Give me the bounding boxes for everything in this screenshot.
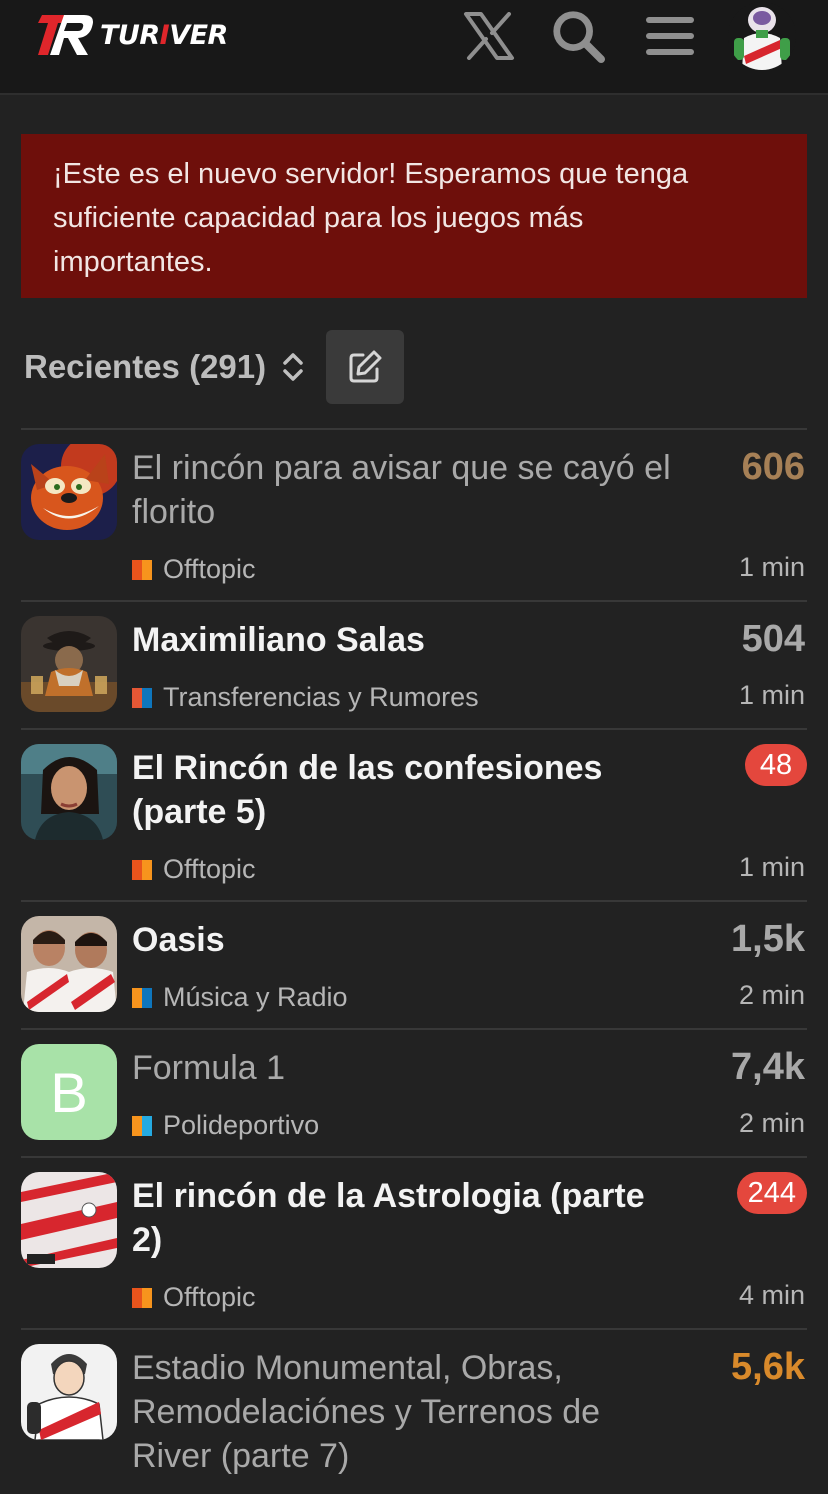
- topic-author-avatar[interactable]: [21, 444, 117, 540]
- banner-text: ¡Este es el nuevo servidor! Esperamos qu…: [53, 158, 689, 278]
- topic-row[interactable]: Oasis Música y Radio 1,5k 2 min: [21, 900, 807, 1028]
- topic-author-avatar[interactable]: [21, 616, 117, 712]
- category-color-swatch: [132, 1115, 152, 1136]
- topic-title[interactable]: Estadio Monumental, Obras, Remodelacióne…: [132, 1346, 672, 1478]
- category-label: Offtopic: [163, 854, 256, 884]
- category-color-swatch: [132, 687, 152, 708]
- topic-category[interactable]: Transferencias y Rumores: [132, 682, 479, 713]
- last-activity-time[interactable]: 1 min: [739, 680, 805, 711]
- topic-row[interactable]: B Formula 1 Polideportivo 7,4k 2 min: [21, 1028, 807, 1156]
- category-label: Transferencias y Rumores: [163, 682, 479, 712]
- reply-count[interactable]: 1,5k: [731, 918, 805, 961]
- last-activity-time[interactable]: 1 min: [739, 552, 805, 583]
- unread-badge[interactable]: 48: [745, 744, 807, 786]
- menu-button[interactable]: [642, 8, 698, 64]
- reply-count[interactable]: 5,6k: [731, 1346, 805, 1389]
- topic-category[interactable]: Offtopic: [132, 554, 256, 585]
- site-header: TURIVER: [0, 0, 828, 95]
- category-color-swatch: [132, 987, 152, 1008]
- topic-title[interactable]: Formula 1: [132, 1046, 672, 1090]
- topic-title[interactable]: El rincón de la Astrologia (parte 2): [132, 1174, 672, 1262]
- user-avatar-image: [728, 2, 796, 70]
- topic-title[interactable]: Maximiliano Salas: [132, 618, 672, 662]
- topic-row[interactable]: El Rincón de las confesiones (parte 5) O…: [21, 728, 807, 900]
- turiver-logo-mark: [38, 15, 93, 55]
- category-label: Polideportivo: [163, 1110, 320, 1140]
- reply-count[interactable]: 606: [742, 446, 805, 489]
- reply-count[interactable]: 7,4k: [731, 1046, 805, 1089]
- category-color-swatch: [132, 859, 152, 880]
- unread-badge[interactable]: 244: [736, 1172, 807, 1214]
- x-social-button[interactable]: [461, 8, 517, 64]
- letter-avatar: B: [21, 1044, 117, 1140]
- category-color-swatch: [132, 559, 152, 580]
- topic-row[interactable]: El rincón para avisar que se cayó el flo…: [21, 428, 807, 600]
- topic-row[interactable]: El rincón de la Astrologia (parte 2) Off…: [21, 1156, 807, 1328]
- chevron-up-down-icon[interactable]: [280, 350, 306, 384]
- pencil-square-icon: [349, 350, 382, 383]
- topic-author-avatar[interactable]: [21, 1172, 117, 1268]
- topic-category[interactable]: Música y Radio: [132, 982, 348, 1013]
- topic-category[interactable]: Offtopic: [132, 854, 256, 885]
- announcement-banner: ¡Este es el nuevo servidor! Esperamos qu…: [21, 134, 807, 298]
- brand-name: TURIVER: [100, 19, 228, 51]
- topic-author-avatar[interactable]: [21, 744, 117, 840]
- topic-title[interactable]: Oasis: [132, 918, 672, 962]
- topic-row[interactable]: Maximiliano Salas Transferencias y Rumor…: [21, 600, 807, 728]
- topic-row[interactable]: Estadio Monumental, Obras, Remodelacióne…: [21, 1328, 807, 1494]
- last-activity-time[interactable]: 4 min: [739, 1280, 805, 1311]
- topic-title[interactable]: El Rincón de las confesiones (parte 5): [132, 746, 672, 834]
- hamburger-menu-icon: [646, 17, 694, 55]
- category-label: Música y Radio: [163, 982, 348, 1012]
- search-button[interactable]: [550, 8, 606, 64]
- last-activity-time[interactable]: 2 min: [739, 980, 805, 1011]
- search-icon: [553, 11, 606, 64]
- topic-category[interactable]: Offtopic: [132, 1282, 256, 1313]
- new-topic-button[interactable]: [326, 330, 405, 404]
- user-avatar[interactable]: [728, 2, 796, 70]
- reply-count[interactable]: 504: [742, 618, 805, 661]
- topic-title[interactable]: El rincón para avisar que se cayó el flo…: [132, 446, 672, 534]
- topic-author-avatar[interactable]: B: [21, 1044, 117, 1140]
- topic-author-avatar[interactable]: [21, 916, 117, 1012]
- site-logo[interactable]: TURIVER: [34, 10, 228, 60]
- last-activity-time[interactable]: 1 min: [739, 852, 805, 883]
- topic-category[interactable]: Polideportivo: [132, 1110, 319, 1141]
- list-title-dropdown[interactable]: Recientes (291): [24, 348, 266, 386]
- category-color-swatch: [132, 1287, 152, 1308]
- category-label: Offtopic: [163, 1282, 256, 1312]
- topic-list-header: Recientes (291): [24, 330, 405, 404]
- category-label: Offtopic: [163, 554, 256, 584]
- topic-list: El rincón para avisar que se cayó el flo…: [21, 428, 807, 1494]
- last-activity-time[interactable]: 2 min: [739, 1108, 805, 1139]
- x-logo-icon: [464, 12, 514, 60]
- topic-author-avatar[interactable]: [21, 1344, 117, 1440]
